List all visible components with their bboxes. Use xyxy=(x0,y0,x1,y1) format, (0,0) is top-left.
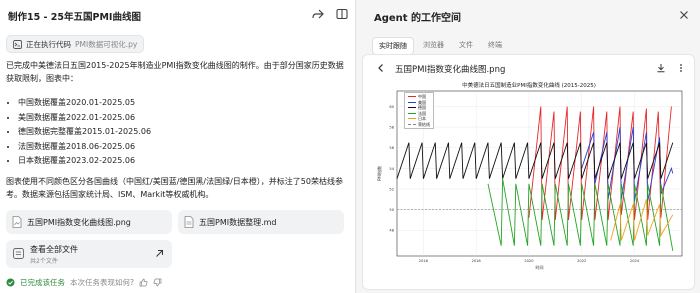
tab-live-follow[interactable]: 实时跟随 xyxy=(372,37,414,55)
coverage-list: 中国数据覆盖2020.01-2025.05 美国数据覆盖2022.01-2025… xyxy=(8,96,151,169)
agent-workspace-panel: Agent 的工作空间 实时跟随 浏览器 文件 终端 五国PMI指数变化曲线图.… xyxy=(355,0,700,293)
image-file-icon xyxy=(12,216,22,228)
list-item: 日本数据覆盖2023.02-2025.06 xyxy=(18,154,151,169)
arrow-up-right-icon xyxy=(156,250,163,257)
x-tick-label: 2024 xyxy=(630,259,640,263)
legend-item-threshold: 荣枯线 xyxy=(408,122,430,128)
chart-legend: 中国 美国 德国 法国 日本 荣枯线 xyxy=(404,92,434,129)
workspace-title: Agent 的工作空间 xyxy=(374,13,462,24)
terminal-icon xyxy=(13,39,22,49)
x-tick-label: 2022 xyxy=(577,259,586,263)
code-chip-file: PMI数据可视化.py xyxy=(75,39,138,49)
feedback-question: 本次任务表现如何? xyxy=(70,278,134,287)
view-all-files-button[interactable]: 查看全部文件 共2个文件 xyxy=(6,240,172,268)
list-item: 中国数据覆盖2020.01-2025.05 xyxy=(18,96,151,111)
x-axis-label: 时间 xyxy=(536,264,544,270)
chat-panel: 制作15 - 25年五国PMI曲线图 正在执行代码 PMI数据可视化.py 已完… xyxy=(0,0,355,293)
thumbs-down-icon[interactable] xyxy=(153,278,162,287)
tab-browser[interactable]: 浏览器 xyxy=(417,37,450,55)
summary-text: 图表使用不同颜色区分各国曲线（中国红/美国蓝/德国黑/法国绿/日本橙），并标注了… xyxy=(6,177,343,199)
file-viewer: 五国PMI指数变化曲线图.png 中美德法日五国制造业PMI指数变化曲线 (20… xyxy=(362,54,695,290)
y-tick-label: 54 xyxy=(389,167,394,171)
task-done-label: 已完成该任务 xyxy=(20,278,65,287)
more-icon[interactable] xyxy=(676,63,686,73)
check-circle-icon xyxy=(6,278,15,287)
x-tick-label: 2016 xyxy=(419,259,429,263)
thumbs-up-icon[interactable] xyxy=(139,278,148,287)
list-item: 美国数据覆盖2022.01-2025.06 xyxy=(18,111,151,126)
file-name: 五国PMI指数变化曲线图.png xyxy=(27,217,131,227)
files-icon xyxy=(13,248,24,259)
x-tick-label: 2018 xyxy=(472,259,482,263)
file-card-md[interactable]: 五国PMI数据整理.md xyxy=(178,210,344,234)
close-icon[interactable] xyxy=(678,9,690,21)
chevron-left-icon[interactable] xyxy=(376,63,386,73)
doc-file-icon xyxy=(184,216,194,228)
tab-terminal[interactable]: 终端 xyxy=(482,37,508,55)
legend-label: 荣枯线 xyxy=(418,121,430,127)
intro-text: 已完成中美德法日五国2015-2025年制造业PMI指数变化曲线图的制作。由于部… xyxy=(6,61,344,83)
x-tick-label: 2020 xyxy=(524,259,534,263)
y-tick-label: 48 xyxy=(389,229,394,233)
list-item: 德国数据完整覆盖2015.01-2025.06 xyxy=(18,125,151,140)
task-status-bar: 已完成该任务 本次任务表现如何? xyxy=(6,277,162,288)
pmi-chart: 中美德法日五国制造业PMI指数变化曲线 (2015-2025) 48 50 52 54… xyxy=(373,81,685,287)
viewer-file-name: 五国PMI指数变化曲线图.png xyxy=(395,65,506,75)
code-chip-label: 正在执行代码 xyxy=(26,39,71,49)
y-tick-label: 60 xyxy=(389,105,394,109)
y-axis-label: PMI指数 xyxy=(376,166,382,181)
panel-toggle-icon[interactable] xyxy=(336,8,348,20)
download-icon[interactable] xyxy=(656,63,666,73)
list-item: 法国数据覆盖2018.06-2025.06 xyxy=(18,140,151,155)
y-tick-label: 50 xyxy=(389,208,394,212)
tab-files[interactable]: 文件 xyxy=(453,37,479,55)
file-name: 五国PMI数据整理.md xyxy=(199,217,277,227)
y-tick-label: 58 xyxy=(389,126,394,130)
share-icon[interactable] xyxy=(312,8,324,20)
y-tick-label: 52 xyxy=(389,187,394,191)
code-execution-chip[interactable]: 正在执行代码 PMI数据可视化.py xyxy=(6,35,145,53)
y-tick-label: 56 xyxy=(389,146,394,150)
file-count: 共2个文件 xyxy=(30,258,58,265)
file-card-png[interactable]: 五国PMI指数变化曲线图.png xyxy=(6,210,172,234)
view-all-files-label: 查看全部文件 xyxy=(30,245,78,254)
chat-title: 制作15 - 25年五国PMI曲线图 xyxy=(8,12,141,23)
workspace-tabs: 实时跟随 浏览器 文件 终端 xyxy=(372,37,508,55)
